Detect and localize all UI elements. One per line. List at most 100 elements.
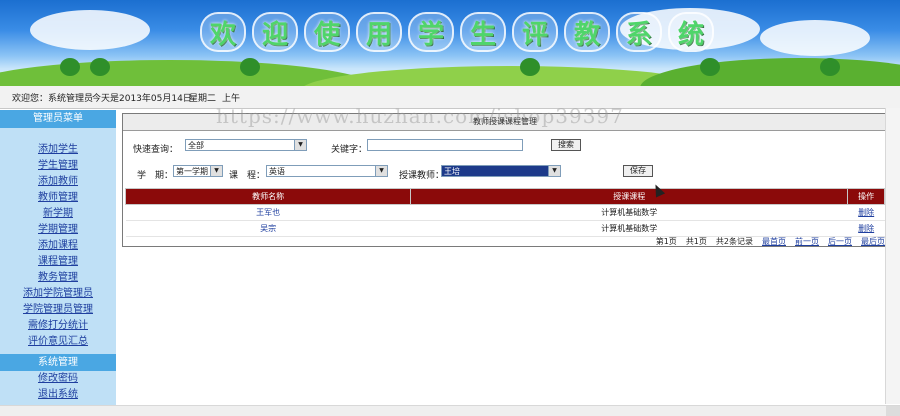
tree-shape — [60, 58, 80, 76]
cloud-shape — [760, 20, 870, 56]
total-pages: 共1页 — [685, 237, 707, 246]
scroll-corner — [886, 406, 900, 416]
column-header-action: 操作 — [847, 188, 885, 205]
vertical-scrollbar[interactable] — [885, 108, 900, 404]
sidebar-item-course-manage[interactable]: 课程管理 — [0, 254, 116, 270]
course-label-wrap: 课 程： — [229, 168, 265, 181]
course-label: 课 程： — [229, 171, 266, 181]
table-row: 王军也 计算机基础数学 删除 — [125, 204, 885, 221]
sidebar-item-add-course[interactable]: 添加课程 — [0, 238, 116, 254]
save-button-wrap: 保存 — [623, 165, 653, 177]
banner-title-char: 教 — [564, 12, 610, 52]
banner-title-char: 系 — [616, 12, 662, 52]
welcome-user: 欢迎您：系统管理员 — [12, 94, 94, 104]
delete-link[interactable]: 删除 — [847, 204, 885, 221]
banner-title: 欢 迎 使 用 学 生 评 教 系 统 — [200, 12, 714, 52]
search-button[interactable]: 搜索 — [551, 139, 581, 151]
hill-shape — [640, 58, 900, 86]
banner-title-char: 用 — [356, 12, 402, 52]
keyword-label-wrap: 关键字： — [331, 142, 367, 155]
keyword-input-wrap — [367, 139, 523, 151]
quick-query-select[interactable]: 全部 ▼ — [185, 139, 307, 151]
course-assignment-panel: 教师授课课程管理 快速查询： 全部 ▼ 关键字： 搜索 学 期： 第一学期 ▼ … — [122, 113, 888, 247]
sidebar-section-system: 系统管理 — [0, 354, 116, 371]
query-row: 快速查询： — [133, 142, 178, 155]
course-cell: 计算机基础数学 — [410, 204, 848, 221]
term-select[interactable]: 第一学期 ▼ — [173, 165, 223, 177]
banner-title-char: 统 — [668, 12, 714, 52]
tree-shape — [700, 58, 720, 76]
banner-title-char: 学 — [408, 12, 454, 52]
watermark-text: https://www.huzhan.com/ishop39397 — [216, 104, 624, 128]
table-row: 吴宗 计算机基础数学 删除 — [125, 220, 885, 237]
header-banner: 欢 迎 使 用 学 生 评 教 系 统 — [0, 0, 900, 86]
teacher-select[interactable]: 王培 ▼ — [441, 165, 561, 177]
term-label: 学 期： — [137, 171, 174, 181]
horizontal-scrollbar[interactable] — [0, 405, 900, 416]
sidebar: 管理员菜单 添加学生 学生管理 添加教师 教师管理 新学期 学期管理 添加课程 … — [0, 110, 116, 406]
search-button-wrap: 搜索 — [551, 139, 581, 151]
course-cell: 计算机基础数学 — [410, 220, 848, 237]
save-button[interactable]: 保存 — [623, 165, 653, 177]
quick-query-wrap: 全部 ▼ — [185, 139, 307, 151]
term-select-wrap: 第一学期 ▼ — [173, 165, 223, 177]
last-page-link[interactable]: 最后页 — [861, 236, 885, 247]
teacher-name-cell: 王军也 — [125, 204, 411, 221]
pagination: 第1页 共1页 共2条记录 最首页 前一页 后一页 最后页 — [656, 236, 885, 247]
total-records: 共2条记录 — [715, 237, 753, 246]
banner-title-char: 迎 — [252, 12, 298, 52]
sidebar-menu: 添加学生 学生管理 添加教师 教师管理 新学期 学期管理 添加课程 课程管理 教… — [0, 128, 116, 350]
next-page-link[interactable]: 后一页 — [828, 236, 852, 247]
prev-page-link[interactable]: 前一页 — [795, 236, 819, 247]
sidebar-item-add-student[interactable]: 添加学生 — [0, 142, 116, 158]
sidebar-item-student-manage[interactable]: 学生管理 — [0, 158, 116, 174]
sidebar-item-add-college-admin[interactable]: 添加学院管理员 — [0, 286, 116, 302]
course-select-wrap: 英语 ▼ — [266, 165, 388, 177]
sidebar-item-logout[interactable]: 退出系统 — [0, 387, 116, 403]
sidebar-item-academic-manage[interactable]: 教务管理 — [0, 270, 116, 286]
table-header-row: 教师名称 授课课程 操作 — [124, 188, 885, 205]
quick-query-value: 全部 — [188, 141, 204, 150]
banner-title-char: 评 — [512, 12, 558, 52]
sidebar-item-add-teacher[interactable]: 添加教师 — [0, 174, 116, 190]
tree-shape — [240, 58, 260, 76]
teacher-select-wrap: 王培 ▼ — [441, 165, 561, 177]
welcome-date: 今天是2013年05月14日 — [92, 94, 192, 104]
teacher-label: 授课教师： — [399, 171, 445, 181]
page-info: 第1页 — [655, 237, 677, 246]
sidebar-item-new-term[interactable]: 新学期 — [0, 206, 116, 222]
course-value: 英语 — [269, 167, 285, 176]
welcome-weekday: 星期二 — [189, 94, 217, 104]
sidebar-item-change-password[interactable]: 修改密码 — [0, 371, 116, 387]
sidebar-item-college-admin-manage[interactable]: 学院管理员管理 — [0, 302, 116, 318]
banner-title-char: 欢 — [200, 12, 246, 52]
sidebar-header: 管理员菜单 — [0, 110, 116, 128]
delete-link[interactable]: 删除 — [847, 220, 885, 237]
column-header-teacher: 教师名称 — [124, 188, 412, 205]
teacher-label-wrap: 授课教师： — [399, 168, 444, 181]
sidebar-item-teacher-manage[interactable]: 教师管理 — [0, 190, 116, 206]
assignment-table: 教师名称 授课课程 操作 王军也 计算机基础数学 删除 吴宗 计算机基础数学 删… — [124, 188, 885, 237]
keyword-input[interactable] — [367, 139, 523, 151]
banner-title-char: 生 — [460, 12, 506, 52]
sidebar-item-term-manage[interactable]: 学期管理 — [0, 222, 116, 238]
tree-shape — [820, 58, 840, 76]
first-page-link[interactable]: 最首页 — [762, 236, 786, 247]
chevron-down-icon[interactable]: ▼ — [548, 166, 560, 176]
term-value: 第一学期 — [176, 167, 208, 176]
teacher-value: 王培 — [444, 167, 460, 176]
chevron-down-icon[interactable]: ▼ — [210, 166, 222, 176]
course-select[interactable]: 英语 ▼ — [266, 165, 388, 177]
sidebar-item-comment-summary[interactable]: 评价意见汇总 — [0, 334, 116, 350]
teacher-name-cell: 吴宗 — [125, 220, 411, 237]
chevron-down-icon[interactable]: ▼ — [294, 140, 306, 150]
welcome-ampm: 上午 — [222, 94, 241, 104]
banner-title-char: 使 — [304, 12, 350, 52]
cloud-shape — [30, 10, 150, 50]
sidebar-item-score-stats[interactable]: 需修打分统计 — [0, 318, 116, 334]
column-header-course: 授课课程 — [410, 188, 849, 205]
tree-shape — [520, 58, 540, 76]
chevron-down-icon[interactable]: ▼ — [375, 166, 387, 176]
term-label-wrap: 学 期： — [137, 168, 173, 181]
tree-shape — [90, 58, 110, 76]
